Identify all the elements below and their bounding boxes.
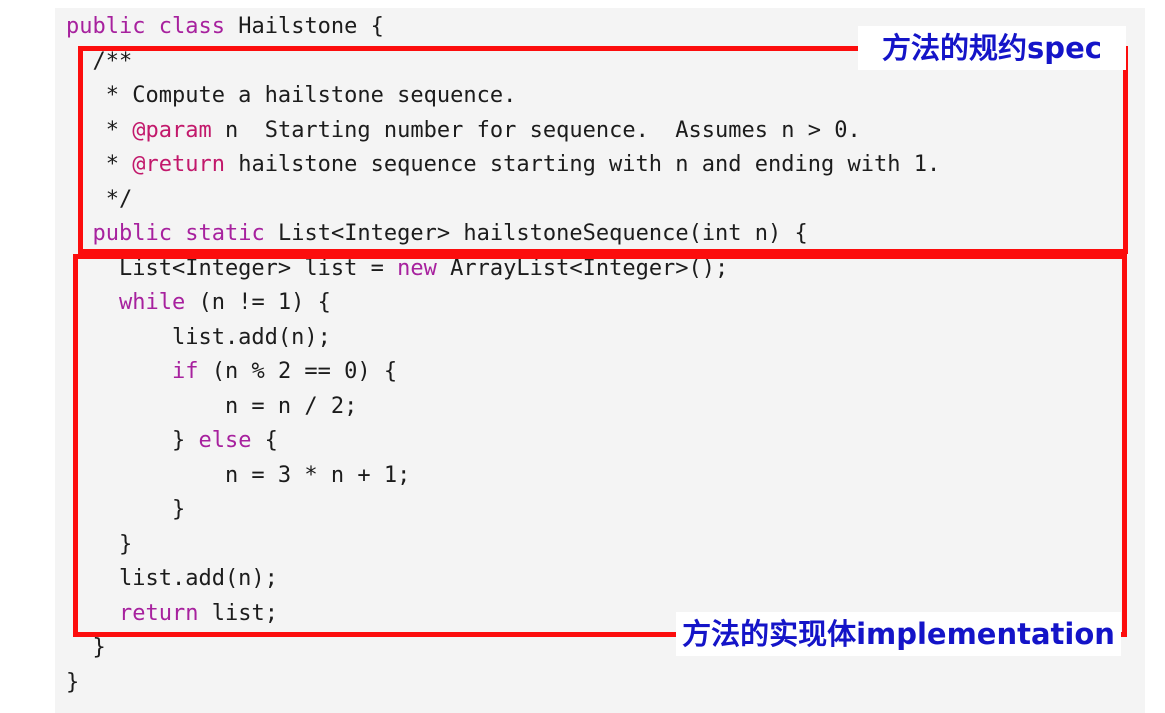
- code-line: * @return hailstone sequence starting wi…: [66, 148, 1156, 183]
- code-token: public: [92, 221, 172, 246]
- code-token: list;: [198, 600, 278, 626]
- code-token: {: [251, 428, 278, 453]
- code-line: public static List<Integer> hailstoneSeq…: [66, 217, 1156, 252]
- code-line: list.add(n);: [66, 562, 1156, 597]
- code-token: else: [198, 428, 252, 453]
- code-token: n Starting number for sequence. Assumes …: [211, 117, 861, 143]
- code-token: while: [118, 290, 186, 315]
- code-token: (n != 1) {: [185, 290, 331, 315]
- code-line: if (n % 2 == 0) {: [66, 355, 1156, 390]
- code-line: n = n / 2;: [66, 390, 1156, 425]
- implementation-annotation-label: 方法的实现体implementation: [676, 612, 1121, 656]
- code-line: } else {: [66, 424, 1156, 459]
- code-token: n = 3 * n + 1;: [66, 462, 411, 488]
- code-token: class: [158, 14, 225, 39]
- code-token: Hailstone {: [224, 14, 384, 39]
- code-token: if: [171, 359, 199, 384]
- code-token: */: [66, 186, 133, 212]
- code-token: }: [66, 669, 80, 695]
- code-token: ArrayList<Integer>();: [436, 255, 729, 281]
- spec-annotation-label: 方法的规约spec: [858, 26, 1126, 70]
- code-line: * Compute a hailstone sequence.: [66, 79, 1156, 114]
- code-token: * Compute a hailstone sequence.: [66, 83, 517, 108]
- code-line: */: [66, 183, 1156, 218]
- code-token: return: [118, 600, 199, 626]
- code-token: }: [66, 497, 186, 522]
- slide-canvas: public class Hailstone { /** * Compute a…: [0, 0, 1165, 713]
- code-token: *: [66, 117, 133, 143]
- code-token: (n % 2 == 0) {: [198, 359, 398, 384]
- code-token: /**: [66, 48, 133, 74]
- code-token: hailstone sequence starting with n and e…: [224, 152, 941, 177]
- code-line: list.add(n);: [66, 321, 1156, 356]
- code-token: @return: [132, 152, 225, 177]
- code-line: }: [66, 528, 1156, 563]
- code-token: static: [185, 221, 265, 246]
- code-token: List<Integer> list =: [66, 255, 398, 281]
- code-token: public: [66, 14, 146, 39]
- code-token: *: [66, 152, 133, 177]
- code-line: List<Integer> list = new ArrayList<Integ…: [66, 252, 1156, 287]
- code-token: @param: [132, 117, 212, 143]
- code-token: new: [397, 255, 437, 281]
- code-line: while (n != 1) {: [66, 286, 1156, 321]
- code-token: }: [66, 635, 106, 660]
- code-token: n = n / 2;: [66, 393, 358, 419]
- code-token: }: [66, 428, 199, 453]
- code-token: n) {: [741, 221, 808, 246]
- code-line: n = 3 * n + 1;: [66, 459, 1156, 494]
- code-token: }: [66, 531, 133, 557]
- code-token: List<Integer> hailstoneSequence(: [264, 221, 702, 246]
- java-code-listing: public class Hailstone { /** * Compute a…: [66, 10, 1156, 700]
- code-token: int: [701, 221, 742, 246]
- code-token: list.add(n);: [66, 566, 278, 591]
- code-line: }: [66, 493, 1156, 528]
- code-line: }: [66, 666, 1156, 701]
- code-token: list.add(n);: [66, 324, 331, 350]
- code-line: * @param n Starting number for sequence.…: [66, 114, 1156, 149]
